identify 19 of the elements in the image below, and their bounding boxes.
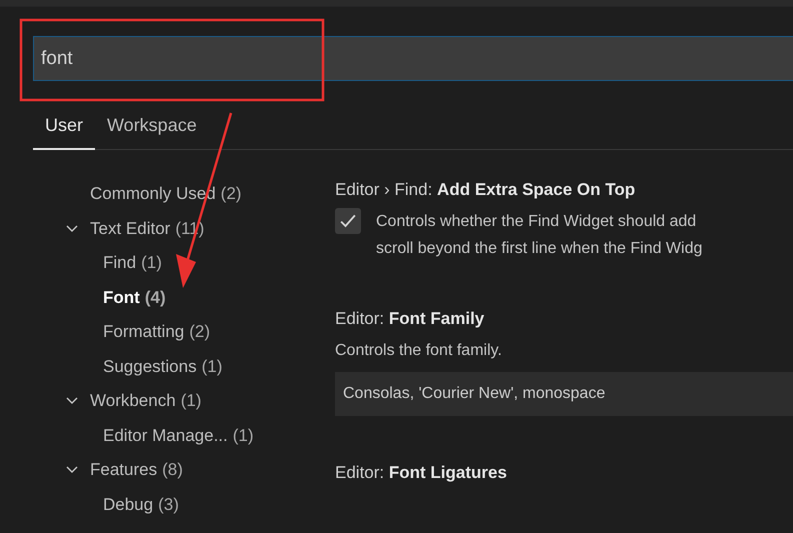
- tree-section[interactable]: Features (8): [0, 453, 335, 488]
- setting-description: Controls whether the Find Widget should add: [376, 212, 698, 232]
- tree-item[interactable]: Debug (3): [0, 488, 335, 522]
- settings-tab[interactable]: Workspace: [95, 105, 209, 149]
- tree-item[interactable]: Editor Manage... (1): [0, 418, 335, 453]
- setting-description: scroll beyond the first line when the Find Widg: [376, 239, 702, 259]
- setting-description: Controls the font family.: [335, 341, 503, 361]
- setting-title: Editor: Font Ligatures: [335, 463, 508, 484]
- tree-section[interactable]: Workbench (1): [0, 384, 335, 418]
- tree-item[interactable]: Formatting (2): [0, 315, 335, 350]
- setting-title: Editor: Font Family: [335, 309, 486, 330]
- settings-tab[interactable]: User: [33, 105, 96, 150]
- tree-item[interactable]: Font (4): [0, 280, 335, 315]
- font-family-field[interactable]: Consolas, 'Courier New', monospace: [335, 372, 793, 416]
- tree-item[interactable]: Find (1): [0, 246, 335, 280]
- setting-title: Editor › Find: Add Extra Space On Top: [335, 180, 636, 201]
- tree-item[interactable]: Suggestions (1): [0, 350, 335, 384]
- checkbox[interactable]: [335, 208, 361, 234]
- search-field[interactable]: font: [33, 36, 793, 81]
